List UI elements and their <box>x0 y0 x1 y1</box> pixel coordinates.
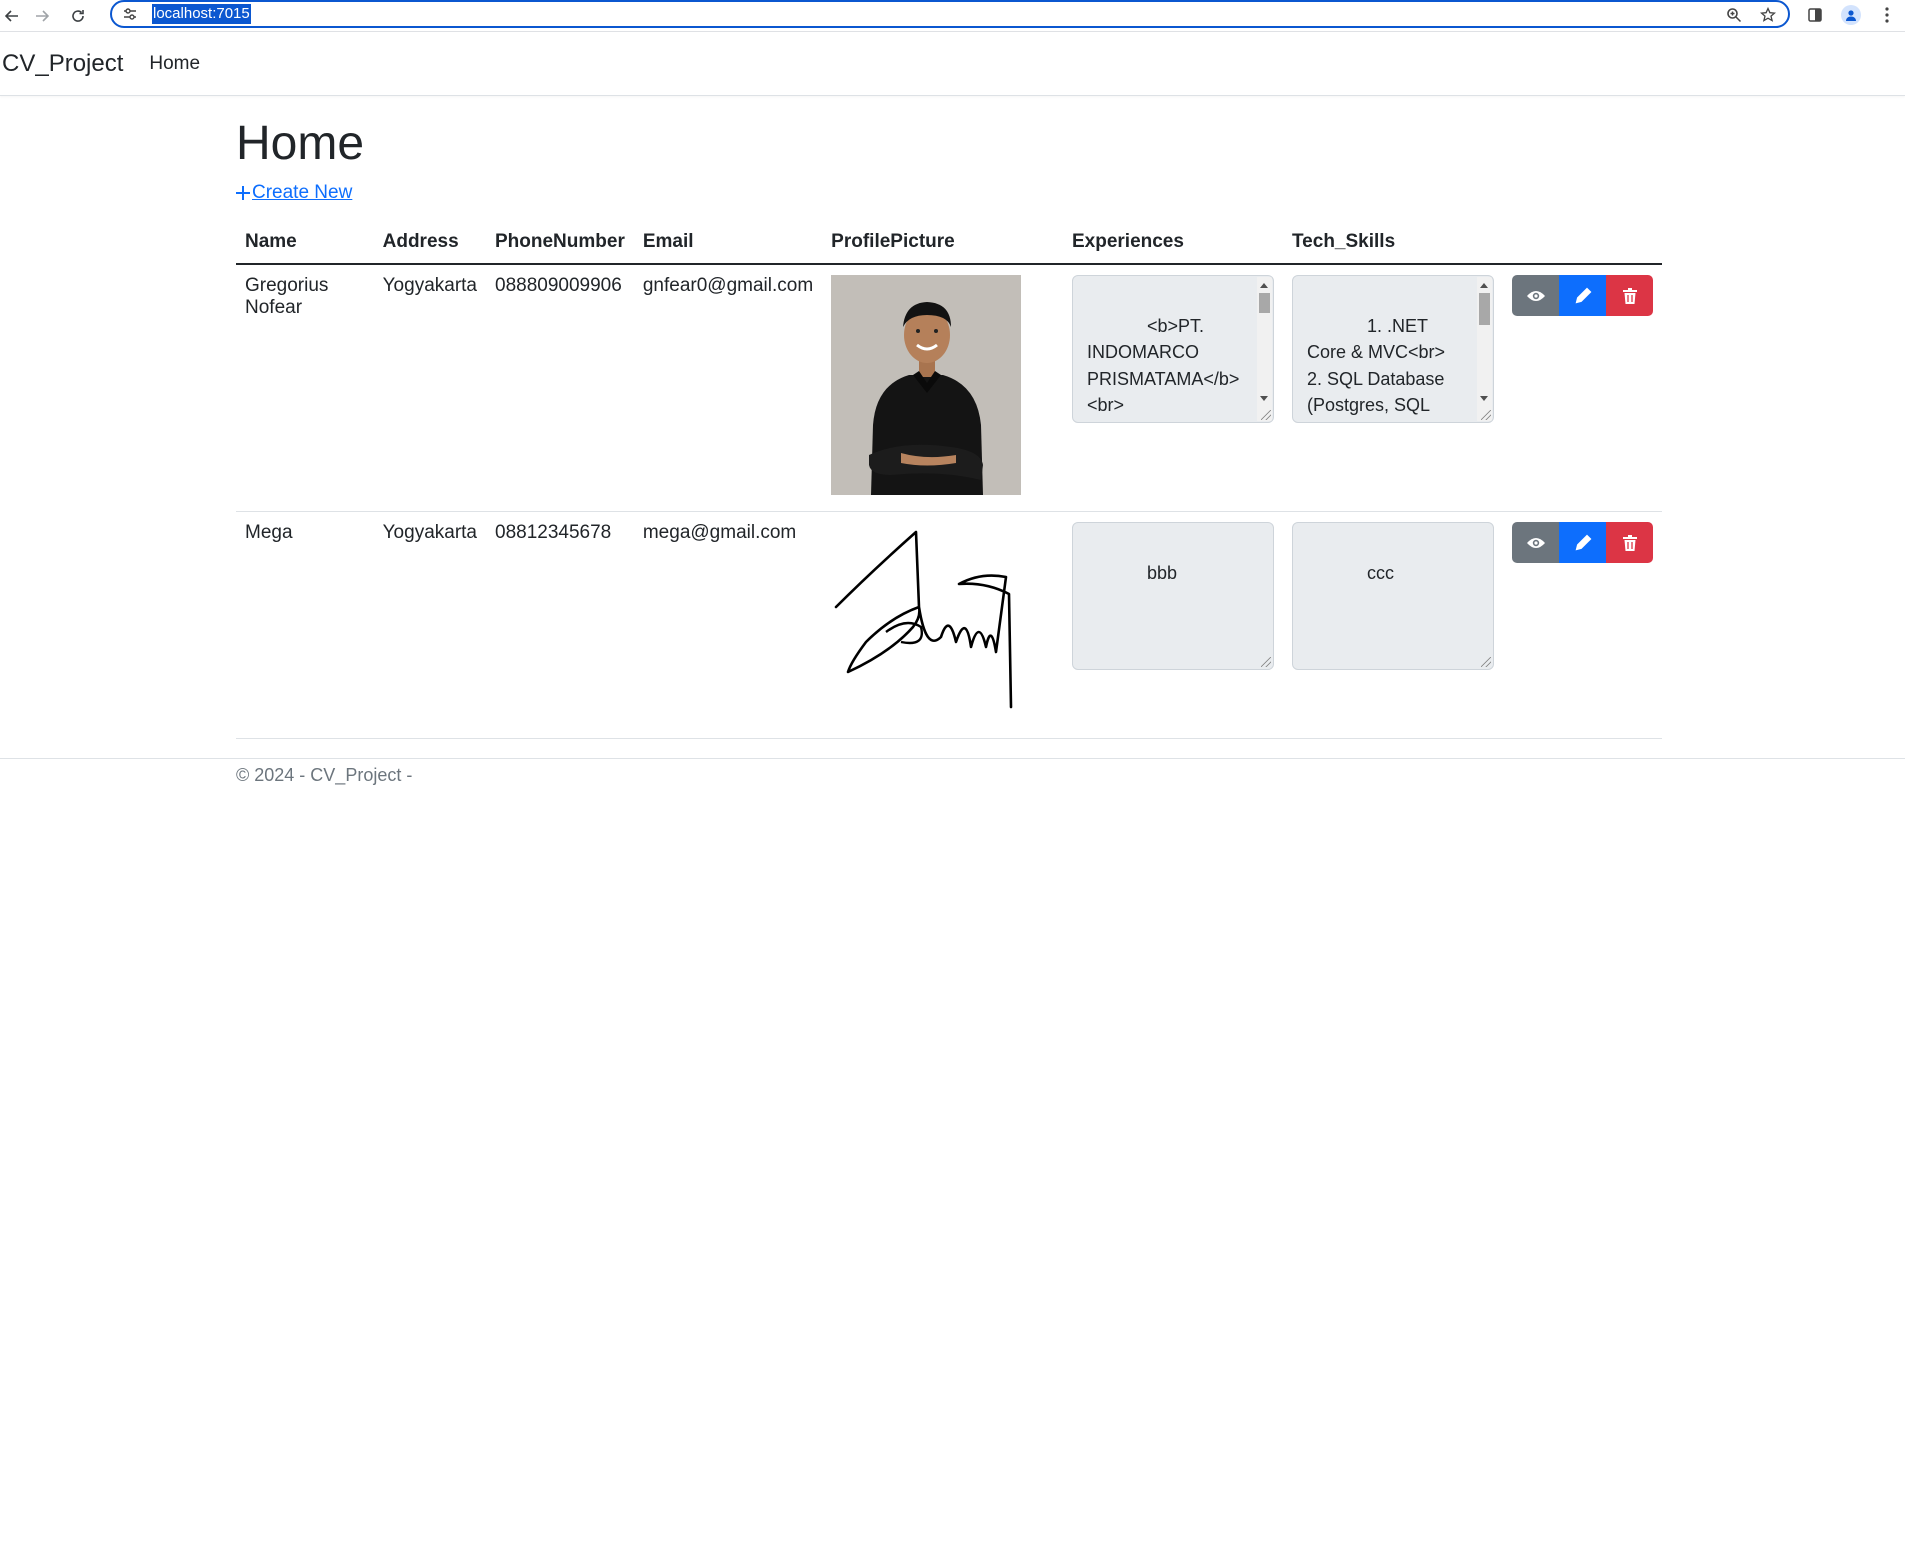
cell-tech-skills: 1. .NET Core & MVC<br> 2. SQL Database (… <box>1282 264 1503 512</box>
cell-address: Yogyakarta <box>373 511 486 739</box>
edit-button[interactable] <box>1559 522 1606 563</box>
experiences-textarea[interactable]: bbb <box>1071 522 1274 670</box>
experiences-text: bbb <box>1147 562 1178 583</box>
scroll-thumb[interactable] <box>1478 293 1490 325</box>
header-profile-picture: ProfilePicture <box>822 221 1063 265</box>
header-tech-skills: Tech_Skills <box>1282 221 1503 265</box>
zoom-icon[interactable] <box>1724 5 1744 25</box>
pencil-icon <box>1575 534 1591 550</box>
scroll-down-arrow-icon[interactable] <box>1259 396 1268 401</box>
tech-skills-textarea[interactable]: 1. .NET Core & MVC<br> 2. SQL Database (… <box>1291 275 1494 423</box>
header-experiences: Experiences <box>1062 221 1283 265</box>
bookmark-star-icon[interactable] <box>1758 5 1778 25</box>
cell-email: gnfear0@gmail.com <box>633 264 823 512</box>
site-settings-icon[interactable] <box>120 4 140 24</box>
resize-grip-icon[interactable] <box>1260 410 1271 420</box>
header-phone: PhoneNumber <box>486 221 634 265</box>
view-button[interactable] <box>1512 275 1559 316</box>
cell-actions <box>1503 511 1662 739</box>
header-actions <box>1503 221 1662 265</box>
navbar-brand[interactable]: CV_Project <box>2 50 123 78</box>
signature-image <box>834 530 1013 709</box>
scroll-up-arrow-icon[interactable] <box>1259 283 1268 288</box>
cell-actions <box>1503 264 1662 512</box>
page-title: Home <box>236 117 365 170</box>
profile-avatar-icon[interactable] <box>1841 5 1861 25</box>
header-name: Name <box>236 221 374 265</box>
cell-phone: 088809009906 <box>486 264 634 512</box>
cell-name: Mega <box>236 511 374 739</box>
create-new-label: Create New <box>252 182 353 203</box>
profile-photo <box>831 275 1022 495</box>
main-container: Home Create New Name Address PhoneNumber… <box>236 97 1662 739</box>
tech-skills-text: ccc <box>1367 562 1394 583</box>
tech-skills-textarea[interactable]: ccc <box>1291 522 1494 670</box>
header-email: Email <box>633 221 823 265</box>
cv-table: Name Address PhoneNumber Email ProfilePi… <box>236 221 1662 739</box>
table-row: Gregorius Nofear Yogyakarta 088809009906… <box>236 264 1662 512</box>
row-action-buttons <box>1512 522 1653 563</box>
edit-button[interactable] <box>1559 275 1606 316</box>
trash-icon <box>1622 287 1637 304</box>
create-new-link[interactable]: Create New <box>236 182 352 204</box>
app-navbar: CV_Project Home <box>0 32 1905 96</box>
forward-icon[interactable] <box>24 2 60 30</box>
resize-grip-icon[interactable] <box>1480 410 1491 420</box>
experiences-textarea[interactable]: <b>PT. INDOMARCO PRISMATAMA</b><br> <b>S… <box>1071 275 1274 423</box>
pencil-icon <box>1575 287 1591 303</box>
experiences-scrollbar[interactable] <box>1256 277 1272 421</box>
reload-icon[interactable] <box>60 2 96 30</box>
cell-name: Gregorius Nofear <box>236 264 374 512</box>
cell-phone: 08812345678 <box>486 511 634 739</box>
browser-toolbar: localhost:7015 <box>0 0 1905 32</box>
cell-address: Yogyakarta <box>373 264 486 512</box>
footer-text: © 2024 - CV_Project - <box>236 765 413 785</box>
footer: © 2024 - CV_Project - <box>0 758 1905 786</box>
delete-button[interactable] <box>1606 275 1653 316</box>
side-panel-icon[interactable] <box>1805 5 1825 25</box>
cell-email: mega@gmail.com <box>633 511 823 739</box>
cell-tech-skills: ccc <box>1282 511 1503 739</box>
table-header-row: Name Address PhoneNumber Email ProfilePi… <box>236 221 1662 265</box>
delete-button[interactable] <box>1606 522 1653 563</box>
cell-experiences: bbb <box>1062 511 1283 739</box>
header-address: Address <box>373 221 486 265</box>
scroll-down-arrow-icon[interactable] <box>1479 396 1488 401</box>
trash-icon <box>1622 534 1637 551</box>
eye-icon <box>1526 537 1545 548</box>
menu-kebab-icon[interactable] <box>1877 5 1897 25</box>
url-text[interactable]: localhost:7015 <box>152 4 251 24</box>
nav-link-home[interactable]: Home <box>149 53 200 75</box>
resize-grip-icon[interactable] <box>1260 657 1271 667</box>
address-bar[interactable]: localhost:7015 <box>110 0 1790 28</box>
experiences-text: <b>PT. INDOMARCO PRISMATAMA</b><br> <b>S… <box>1086 315 1240 423</box>
back-icon[interactable] <box>0 2 24 30</box>
eye-icon <box>1526 290 1545 301</box>
cell-profile-picture <box>822 511 1063 739</box>
tech-skills-scrollbar[interactable] <box>1476 277 1492 421</box>
tech-skills-text: 1. .NET Core & MVC<br> 2. SQL Database (… <box>1306 315 1446 423</box>
scroll-thumb[interactable] <box>1258 293 1270 313</box>
cell-experiences: <b>PT. INDOMARCO PRISMATAMA</b><br> <b>S… <box>1062 264 1283 512</box>
row-action-buttons <box>1512 275 1653 316</box>
scroll-up-arrow-icon[interactable] <box>1479 283 1488 288</box>
table-row: Mega Yogyakarta 08812345678 mega@gmail.c… <box>236 511 1662 739</box>
plus-icon <box>236 186 250 200</box>
resize-grip-icon[interactable] <box>1480 657 1491 667</box>
cell-profile-picture <box>822 264 1063 512</box>
view-button[interactable] <box>1512 522 1559 563</box>
